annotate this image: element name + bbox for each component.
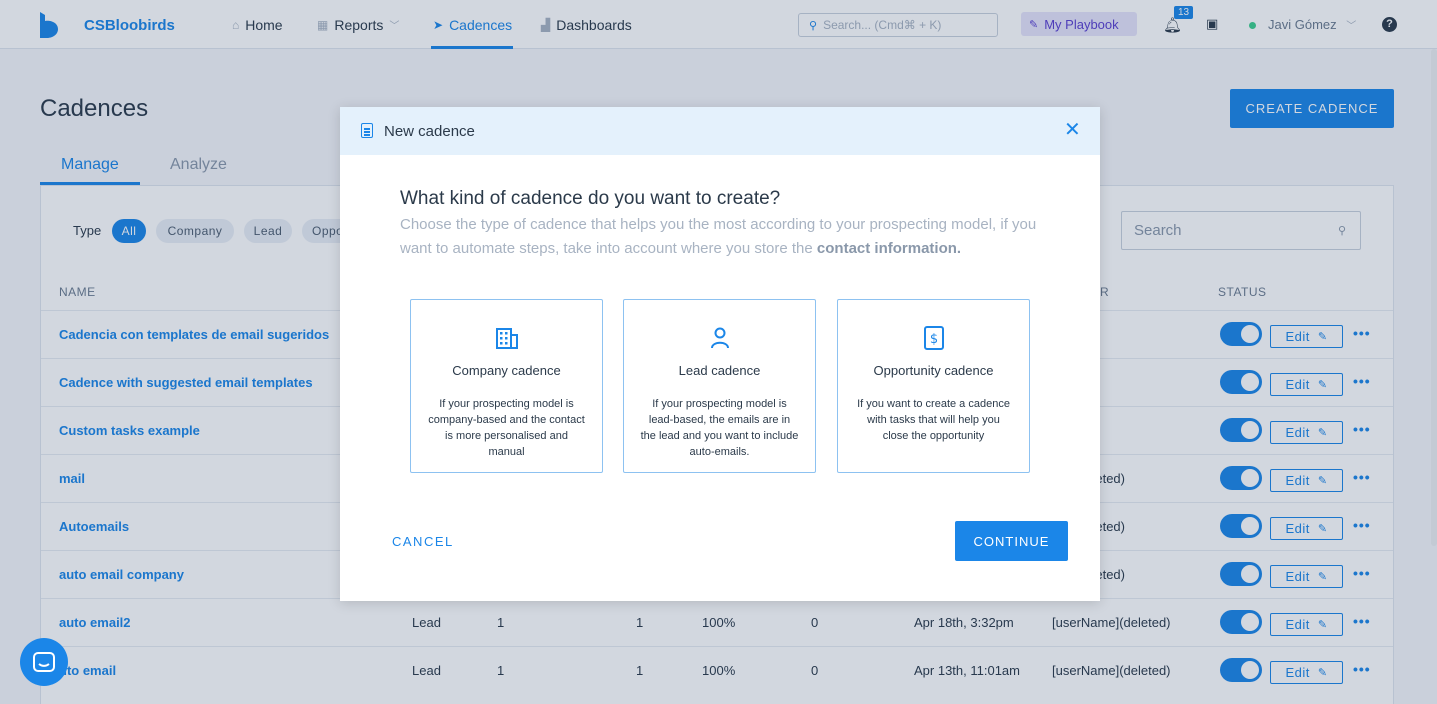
new-cadence-modal: New cadence ✕ What kind of cadence do yo… [340,107,1100,601]
chat-launcher-button[interactable] [20,638,68,686]
opportunity-cadence-text: If you want to create a cadence with tas… [857,398,1010,442]
svg-text:$: $ [929,332,937,347]
modal-title: New cadence [384,123,475,140]
chat-icon [33,652,55,672]
company-cadence-title: Company cadence [452,363,561,378]
cancel-button[interactable]: CANCEL [392,534,454,549]
continue-button[interactable]: CONTINUE [955,521,1068,561]
company-cadence-card[interactable]: Company cadence If your prospecting mode… [410,299,603,473]
lead-cadence-title: Lead cadence [678,363,761,378]
modal-header: New cadence ✕ [340,107,1100,155]
modal-description-bold: contact information. [816,240,962,257]
modal-description: Choose the type of cadence that helps yo… [400,213,1050,261]
opportunity-cadence-title: Opportunity cadence [873,363,994,378]
lead-cadence-card[interactable]: Lead cadence If your prospecting model i… [623,299,816,473]
dollar-doc-icon: $ [838,326,1029,350]
modal-question: What kind of cadence do you want to crea… [400,188,781,209]
building-icon [411,326,602,350]
person-icon [624,326,815,350]
clipboard-icon [361,123,373,138]
lead-cadence-text: If your prospecting model is lead-based,… [640,398,799,458]
close-icon[interactable]: ✕ [1064,120,1081,140]
company-cadence-text: If your prospecting model is company-bas… [428,398,585,458]
opportunity-cadence-card[interactable]: $ Opportunity cadence If you want to cre… [837,299,1030,473]
page-scrollbar[interactable] [1431,49,1437,546]
